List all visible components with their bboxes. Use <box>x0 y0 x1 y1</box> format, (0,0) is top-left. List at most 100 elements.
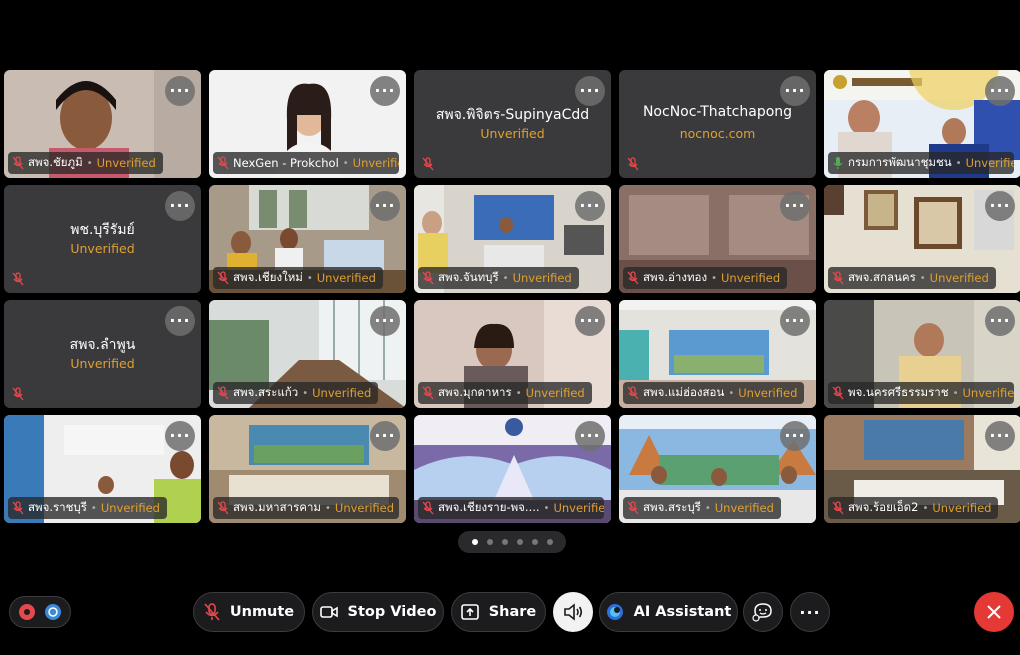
participant-tile-active-speaker[interactable]: ··· กรมการพัฒนาชุมชน • Unverified <box>824 70 1020 178</box>
participant-tile[interactable]: ··· พจ.นครศรีธรรมราช • Unverified <box>824 300 1020 408</box>
ai-assistant-icon <box>606 604 623 620</box>
more-icon: ··· <box>374 81 396 100</box>
mic-muted-icon <box>422 271 434 285</box>
stop-video-button[interactable]: Stop Video <box>312 592 444 632</box>
more-options-button[interactable]: ··· <box>780 191 810 221</box>
page-dot-active[interactable] <box>471 539 478 545</box>
more-options-button[interactable]: ··· <box>370 76 400 106</box>
share-button[interactable]: Share <box>451 592 546 632</box>
participant-name: สพจ.อ่างทอง <box>643 270 708 284</box>
stop-video-label: Stop Video <box>347 604 437 620</box>
participant-tile[interactable]: ··· NexGen - Prokchol • Unverified <box>209 70 406 178</box>
participant-tile[interactable]: ··· สพจ.ลำพูน Unverified <box>4 300 201 408</box>
participant-tile[interactable]: ··· สพจ.จันทบุรี • Unverified <box>414 185 611 293</box>
more-options-button[interactable]: ··· <box>165 421 195 451</box>
participant-tile[interactable]: ··· สพจ.สระบุรี • Unverified <box>619 415 816 523</box>
mic-muted-icon <box>12 272 24 286</box>
page-dot[interactable] <box>546 539 553 545</box>
share-label: Share <box>488 604 537 620</box>
participant-name: สพจ.เชียงใหม่ <box>233 270 303 284</box>
participant-tile[interactable]: ··· สพจ.เชียงราย-พจ.... • Unverified <box>414 415 611 523</box>
mic-icon <box>833 157 843 169</box>
reactions-icon <box>752 603 772 622</box>
participant-tile[interactable]: ··· สพจ.สระแก้ว • Unverified <box>209 300 406 408</box>
more-icon: ··· <box>169 311 191 330</box>
participant-tile[interactable]: ··· สพจ.เชียงใหม่ • Unverified <box>209 185 406 293</box>
participant-name-tag: สพจ.สระบุรี • Unverified <box>623 497 781 519</box>
mic-muted-icon <box>832 271 844 285</box>
more-options-button[interactable]: ··· <box>575 191 605 221</box>
participant-name-tag: สพจ.ราชบุรี • Unverified <box>8 497 167 519</box>
participant-name: สพจ.จันทบุรี <box>438 270 499 284</box>
page-dot[interactable] <box>531 539 538 545</box>
participant-tile[interactable]: ··· สพจ.มุกดาหาร • Unverified <box>414 300 611 408</box>
more-options-button[interactable]: ··· <box>780 421 810 451</box>
participant-tile[interactable]: ··· สพจ.ชัยภูมิ • Unverified <box>4 70 201 178</box>
participant-tile[interactable]: ··· สพจ.แม่ฮ่องสอน • Unverified <box>619 300 816 408</box>
verification-status: Unverified <box>312 386 372 400</box>
verification-status: Unverified <box>96 156 156 170</box>
connection-indicator[interactable] <box>9 596 71 628</box>
verification-status: Unverified <box>965 156 1014 170</box>
participant-name-tag: สพจ.เชียงใหม่ • Unverified <box>213 267 383 289</box>
participant-name: สพจ.สระบุรี <box>643 500 701 514</box>
more-icon: ··· <box>579 311 601 330</box>
participant-tile[interactable]: ··· สพจ.ราชบุรี • Unverified <box>4 415 201 523</box>
end-call-button[interactable] <box>974 592 1014 632</box>
more-options-button[interactable]: ··· <box>165 191 195 221</box>
more-options-button[interactable]: ··· <box>165 306 195 336</box>
verification-status: Unverified <box>512 271 572 285</box>
mic-muted-icon <box>832 501 844 515</box>
close-icon <box>987 605 1001 619</box>
ai-assistant-button[interactable]: AI Assistant <box>599 592 738 632</box>
mic-muted-icon <box>627 501 639 515</box>
more-options-button[interactable]: ··· <box>575 76 605 106</box>
verification-status: Unverified <box>352 156 399 170</box>
more-options-button[interactable]: ··· <box>780 306 810 336</box>
more-options-button[interactable]: ··· <box>370 421 400 451</box>
more-options-button[interactable]: ··· <box>575 421 605 451</box>
more-options-button[interactable]: ··· <box>165 76 195 106</box>
more-options-button[interactable]: ··· <box>985 421 1015 451</box>
verification-status: Unverified <box>714 501 774 515</box>
more-options-button[interactable]: ··· <box>985 76 1015 106</box>
speaker-button[interactable] <box>553 592 593 632</box>
participant-tile[interactable]: ··· สพจ.พิจิตร-SupinyaCdd Unverified <box>414 70 611 178</box>
participant-tile[interactable]: ··· สพจ.อ่างทอง • Unverified <box>619 185 816 293</box>
more-options-button[interactable]: ··· <box>370 191 400 221</box>
more-options-button[interactable]: ··· <box>985 191 1015 221</box>
more-options-button[interactable]: ··· <box>370 306 400 336</box>
page-indicator[interactable] <box>458 531 566 553</box>
participant-name-tag: สพจ.สระแก้ว • Unverified <box>213 382 379 404</box>
unmute-button[interactable]: Unmute <box>193 592 305 632</box>
participant-name: สพจ.พิจิตร-SupinyaCdd <box>435 107 590 123</box>
participant-tile[interactable]: ··· NocNoc-Thatchapong nocnoc.com <box>619 70 816 178</box>
participant-name-tag: สพจ.แม่ฮ่องสอน • Unverified <box>623 382 805 404</box>
more-icon: ··· <box>579 81 601 100</box>
page-dot[interactable] <box>501 539 508 545</box>
more-icon: ··· <box>989 81 1011 100</box>
more-icon: ··· <box>784 81 806 100</box>
more-options-button[interactable]: ··· <box>985 306 1015 336</box>
page-dot[interactable] <box>516 539 523 545</box>
participant-tile[interactable]: ··· สพจ.สกลนคร • Unverified <box>824 185 1020 293</box>
participant-tile[interactable]: ··· สพจ.มหาสารคาม • Unverified <box>209 415 406 523</box>
more-icon: ··· <box>784 426 806 445</box>
participant-name: NocNoc-Thatchapong <box>642 104 793 120</box>
reactions-button[interactable] <box>743 592 783 632</box>
more-icon: ··· <box>784 196 806 215</box>
more-options-button[interactable]: ··· <box>575 306 605 336</box>
mic-muted-icon <box>217 156 229 170</box>
more-icon: ··· <box>579 196 601 215</box>
more-options-button[interactable]: ··· <box>780 76 810 106</box>
speaker-icon <box>564 603 583 621</box>
participant-grid: ··· สพจ.ชัยภูมิ • Unverified ··· NexGen … <box>4 70 1020 523</box>
participant-name-tag: สพจ.ชัยภูมิ • Unverified <box>8 152 163 174</box>
more-options-button[interactable]: ··· <box>790 592 830 632</box>
participant-tile[interactable]: ··· สพจ.ร้อยเอ็ด2 • Unverified <box>824 415 1020 523</box>
more-icon: ··· <box>374 196 396 215</box>
participant-name: สพจ.ราชบุรี <box>28 500 87 514</box>
participant-tile[interactable]: ··· พช.บุรีรัมย์ Unverified <box>4 185 201 293</box>
page-dot[interactable] <box>486 539 493 545</box>
participant-name: สพจ.มุกดาหาร <box>438 385 512 399</box>
